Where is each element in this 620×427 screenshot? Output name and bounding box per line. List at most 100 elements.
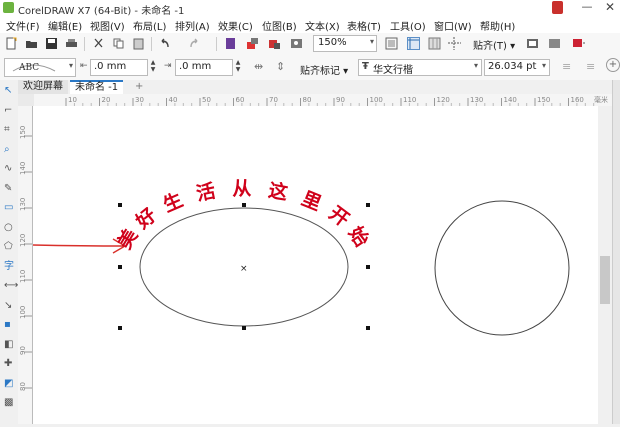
ruler-tick-label: 40	[169, 96, 178, 104]
show-guidelines-icon[interactable]	[448, 37, 461, 50]
freehand-tool-icon[interactable]: ∿	[4, 164, 14, 174]
arc-text-char: 里	[298, 188, 324, 216]
menu-layout[interactable]: 布局(L)	[133, 18, 166, 33]
close-button[interactable]: ✕	[602, 0, 618, 15]
menu-table[interactable]: 表格(T)	[347, 18, 381, 33]
font-name-value: 华文行楷	[373, 65, 413, 76]
menu-file[interactable]: 文件(F)	[6, 18, 40, 33]
show-rulers-icon[interactable]	[407, 37, 420, 50]
rectangle-tool-icon[interactable]: ▭	[4, 203, 14, 213]
show-grid-icon[interactable]	[428, 37, 441, 50]
menu-tools[interactable]: 工具(O)	[390, 18, 426, 33]
welcome-screen-icon[interactable]	[572, 37, 585, 50]
crop-tool-icon[interactable]: ⌗	[4, 125, 14, 135]
docker-panel-strip[interactable]	[612, 80, 620, 424]
options-icon[interactable]	[526, 37, 539, 50]
menu-help[interactable]: 帮助(H)	[480, 18, 515, 33]
connector-tool-icon[interactable]: ↘	[4, 300, 14, 311]
snap-marks-dropdown[interactable]: 贴齐标记 ▾	[300, 62, 348, 77]
new-tab-button[interactable]: +	[130, 80, 148, 94]
arc-text-char: 从	[232, 178, 251, 200]
export-icon[interactable]	[268, 37, 281, 50]
chevron-down-icon: ▾	[369, 37, 374, 46]
undo-icon[interactable]	[158, 37, 171, 50]
offset-distance-spinner[interactable]: ▲ ▼	[148, 59, 158, 74]
ruler-tick-label: 130	[470, 96, 483, 104]
menu-text[interactable]: 文本(X)	[305, 18, 340, 33]
drop-shadow-icon[interactable]: ▪	[4, 320, 14, 330]
distance-from-path-input[interactable]: .0 mm	[175, 59, 233, 76]
zoom-level-dropdown[interactable]: 150% ▾	[313, 35, 377, 52]
user-account-icon[interactable]	[552, 1, 563, 14]
copy-icon[interactable]	[112, 37, 125, 50]
paste-icon[interactable]	[132, 37, 145, 50]
ruler-tick-label: 20	[102, 96, 111, 104]
polygon-tool-icon[interactable]: ⬠	[4, 242, 14, 252]
text-on-path-preview-icon: ABC	[12, 63, 56, 73]
import-icon[interactable]	[246, 37, 259, 50]
cut-icon[interactable]	[92, 37, 105, 50]
menu-bitmaps[interactable]: 位图(B)	[262, 18, 297, 33]
pick-tool-icon[interactable]: ↖	[4, 86, 14, 96]
vertical-ruler[interactable]: 150 140 130 120 110 100 90 80	[18, 106, 33, 424]
ruler-tick-label: 90	[336, 96, 345, 104]
ruler-tick-label: 70	[269, 96, 278, 104]
chevron-down-icon: ▾	[541, 61, 546, 70]
drawing-canvas[interactable]: × 美好生活从这里开始	[33, 106, 614, 424]
truetype-font-icon: Ŧ	[362, 61, 369, 72]
ruler-tick-label: 80	[303, 96, 312, 104]
mirror-horizontal-icon[interactable]: ⇹	[254, 60, 263, 73]
text-on-path: 美好生活从这里开始	[113, 178, 374, 253]
publish-pdf-icon[interactable]	[290, 37, 303, 50]
menu-effects[interactable]: 效果(C)	[218, 18, 253, 33]
font-size-dropdown[interactable]: 26.034 pt ▾	[484, 59, 550, 76]
ruler-tick-label: 50	[202, 96, 211, 104]
full-screen-icon[interactable]	[385, 37, 398, 50]
zoom-tool-icon[interactable]: ⌕	[4, 144, 14, 155]
chevron-down-icon: ▾	[473, 61, 478, 70]
print-icon[interactable]	[65, 37, 78, 50]
menu-view[interactable]: 视图(V)	[90, 18, 125, 33]
ruler-tick-label: 80	[19, 382, 27, 391]
ruler-tick-label: 60	[236, 96, 245, 104]
italic-icon[interactable]: ≡	[586, 60, 595, 73]
minimize-button[interactable]: —	[580, 0, 594, 15]
menu-window[interactable]: 窗口(W)	[434, 18, 472, 33]
text-orientation-icon: ⇤	[80, 61, 88, 71]
ruler-origin[interactable]	[18, 94, 34, 106]
ellipse-tool-icon[interactable]: ○	[4, 222, 14, 233]
transparency-icon[interactable]: ◧	[4, 339, 14, 350]
save-icon[interactable]	[45, 37, 58, 50]
open-icon[interactable]	[25, 37, 38, 50]
parallel-dimension-icon[interactable]: ⟷	[4, 281, 18, 291]
add-icon[interactable]: +	[606, 58, 620, 72]
vertical-scrollbar[interactable]	[598, 106, 612, 424]
offset-distance-input[interactable]: .0 mm	[90, 59, 148, 76]
ruler-tick-label: 130	[19, 198, 27, 211]
artistic-media-icon[interactable]: ✎	[4, 183, 14, 194]
search-content-icon[interactable]	[224, 37, 237, 50]
shape-tool-icon[interactable]: ⌐	[4, 105, 14, 116]
new-document-icon[interactable]	[5, 37, 18, 50]
snap-to-dropdown[interactable]: 贴齐(T) ▾	[473, 37, 515, 52]
smart-fill-icon[interactable]: ▩	[4, 398, 14, 408]
mirror-vertical-icon[interactable]: ⇕	[276, 60, 285, 73]
font-list-dropdown[interactable]: Ŧ 华文行楷 ▾	[358, 59, 482, 76]
menu-edit[interactable]: 编辑(E)	[48, 18, 82, 33]
interactive-fill-icon[interactable]: ◩	[4, 378, 14, 389]
application-launcher-icon[interactable]	[548, 37, 561, 50]
ruler-tick-label: 150	[19, 126, 27, 139]
redo-icon[interactable]	[188, 37, 201, 50]
text-tool-icon[interactable]: 字	[4, 261, 14, 272]
ruler-tick-label: 90	[19, 346, 27, 355]
menu-arrange[interactable]: 排列(A)	[175, 18, 210, 33]
bold-icon[interactable]: ≡	[562, 60, 571, 73]
scrollbar-thumb[interactable]	[600, 256, 610, 304]
tab-welcome-screen[interactable]: 欢迎屏幕	[18, 80, 68, 94]
window-title: CorelDRAW X7 (64-Bit) - 未命名 -1	[18, 6, 185, 17]
distance-from-path-spinner[interactable]: ▲ ▼	[233, 59, 243, 74]
distance-from-path-icon: ⇥	[164, 61, 172, 71]
text-on-path-preset-dropdown[interactable]: ABC ▾	[4, 58, 76, 77]
eyedropper-icon[interactable]: ✚	[4, 359, 14, 369]
document-tab-bar: 欢迎屏幕 未命名 -1 +	[18, 80, 620, 96]
